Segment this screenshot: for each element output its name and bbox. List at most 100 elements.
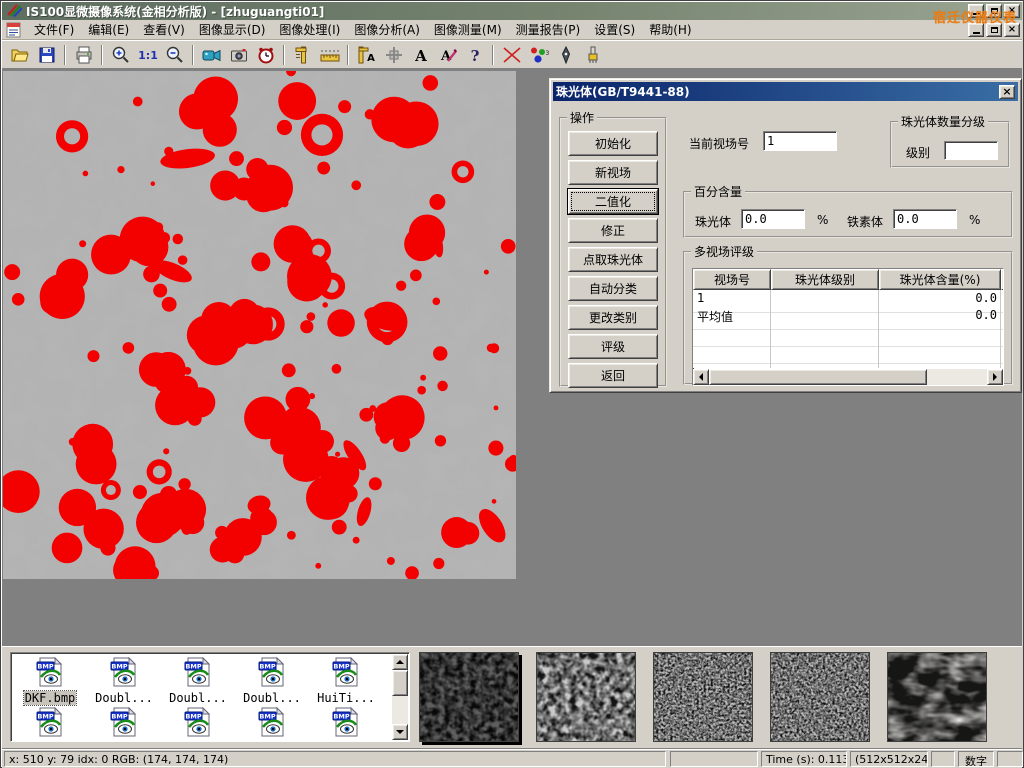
status-panel-empty (670, 751, 758, 767)
table-cell (771, 290, 879, 307)
menu-item-9[interactable]: 设置(S) (587, 19, 642, 40)
scrollbar-thumb[interactable] (392, 670, 408, 696)
file-item[interactable]: BMPDKF.bmp (13, 657, 87, 705)
grade-button[interactable]: 评级 (568, 334, 658, 359)
scrollbar-thumb[interactable] (709, 369, 927, 385)
bmp-file-icon: BMP (309, 707, 383, 740)
table-horizontal-scrollbar[interactable] (693, 369, 1003, 385)
menu-item-5[interactable]: 图像处理(I) (272, 19, 347, 40)
specimen-thumbnail[interactable] (887, 652, 987, 742)
table-row[interactable]: 10.0 (693, 290, 1003, 307)
auto-classify-button[interactable]: 自动分类 (568, 276, 658, 301)
table-header-2[interactable]: 珠光体级别 (771, 269, 879, 290)
document-icon[interactable] (5, 22, 23, 38)
menu-item-10[interactable]: 帮助(H) (642, 19, 698, 40)
specimen-thumbnail[interactable] (536, 652, 636, 742)
curve-icon[interactable] (498, 42, 525, 67)
video-camera-icon[interactable] (198, 42, 225, 67)
dialog-close-button[interactable]: × (999, 85, 1015, 99)
table-row[interactable]: 平均值0.0 (693, 307, 1003, 324)
scroll-up-button[interactable] (392, 654, 408, 670)
binarize-button[interactable]: 二值化 (568, 189, 658, 214)
scroll-left-button[interactable] (693, 369, 709, 385)
change-class-button[interactable]: 更改类别 (568, 305, 658, 330)
table-cell: 平均值 (693, 307, 771, 324)
file-list[interactable]: BMPDKF.bmpBMPDoubl...BMPDoubl...BMPDoubl… (10, 652, 410, 742)
brush-icon[interactable] (579, 42, 606, 67)
pen-icon[interactable] (552, 42, 579, 67)
actual-size-icon[interactable]: 1:1 (134, 42, 161, 67)
zoom-in-icon[interactable] (107, 42, 134, 67)
title-bar[interactable]: IS100显微摄像系统(金相分析版) - [zhuguangti01] × (2, 2, 1022, 20)
table-gridline (693, 363, 1003, 364)
level-input[interactable] (944, 141, 998, 160)
new-field-button[interactable]: 新视场 (568, 160, 658, 185)
menu-item-4[interactable]: 图像显示(D) (192, 19, 273, 40)
file-item[interactable]: BMPHuiTi... (309, 657, 383, 705)
svg-text:BMP: BMP (333, 663, 349, 671)
toolbar-separator (64, 45, 66, 65)
pick-pearlite-button[interactable]: 点取珠光体 (568, 247, 658, 272)
correct-button[interactable]: 修正 (568, 218, 658, 243)
dialog-title-bar[interactable]: 珠光体(GB/T9441-88) × (553, 82, 1018, 101)
open-icon[interactable] (6, 42, 33, 67)
specimen-thumbnail[interactable] (419, 652, 519, 742)
rating-table-body[interactable]: 10.0平均值0.0 (693, 290, 1003, 368)
specimen-thumbnail[interactable] (770, 652, 870, 742)
menu-item-3[interactable]: 查看(V) (136, 19, 192, 40)
scroll-right-button[interactable] (987, 369, 1003, 385)
bmp-file-icon: BMP (161, 707, 235, 740)
bmp-file-icon: BMP (161, 657, 235, 690)
bmp-file-icon: BMP (13, 657, 87, 690)
status-panel-empty3 (997, 751, 1023, 767)
ferrite-input[interactable] (893, 209, 957, 229)
current-field-input[interactable] (763, 131, 837, 151)
file-item[interactable]: BMPDoubl... (235, 657, 309, 705)
measure-icon[interactable]: A (353, 42, 380, 67)
micrograph-image[interactable] (3, 71, 516, 579)
pearlite-percent-sign: % (817, 213, 828, 227)
file-item[interactable]: BMP (13, 707, 87, 740)
pearlite-label: 珠光体 (695, 213, 731, 230)
specimen-thumbnail[interactable] (653, 652, 753, 742)
print-icon[interactable] (70, 42, 97, 67)
table-header-1[interactable]: 视场号 (693, 269, 771, 290)
operations-group-label: 操作 (567, 109, 597, 126)
file-list-scrollbar[interactable] (392, 654, 408, 740)
file-item[interactable]: BMPDoubl... (87, 657, 161, 705)
init-button[interactable]: 初始化 (568, 131, 658, 156)
file-item[interactable]: BMPDoubl... (161, 657, 235, 705)
timer-icon[interactable] (252, 42, 279, 67)
table-cell (771, 307, 879, 324)
file-item[interactable]: BMP (235, 707, 309, 740)
file-item[interactable]: BMP (161, 707, 235, 740)
svg-text:BMP: BMP (37, 713, 53, 721)
thumbnail-strip (419, 652, 987, 742)
table-cell: 0.0 (879, 290, 1001, 307)
ferrite-label: 铁素体 (847, 213, 883, 230)
zoom-out-icon[interactable] (161, 42, 188, 67)
grid-icon[interactable] (380, 42, 407, 67)
return-button[interactable]: 返回 (568, 363, 658, 388)
ruler-icon[interactable] (316, 42, 343, 67)
scroll-down-button[interactable] (392, 724, 408, 740)
menu-item-6[interactable]: 图像分析(A) (347, 19, 427, 40)
menu-item-8[interactable]: 测量报告(P) (509, 19, 588, 40)
menu-item-2[interactable]: 编辑(E) (81, 19, 136, 40)
text-icon[interactable]: A (407, 42, 434, 67)
table-header-3[interactable]: 珠光体含量(%) (879, 269, 1001, 290)
current-field-label: 当前视场号 (689, 135, 749, 152)
pearlite-input[interactable] (741, 209, 805, 229)
file-item[interactable]: BMP (87, 707, 161, 740)
camera-icon[interactable] (225, 42, 252, 67)
help-icon[interactable]: ? (461, 42, 488, 67)
annotate-icon[interactable]: A (434, 42, 461, 67)
save-icon[interactable] (33, 42, 60, 67)
file-item[interactable]: BMP (309, 707, 383, 740)
caliper-icon[interactable] (289, 42, 316, 67)
menu-item-7[interactable]: 图像测量(M) (427, 19, 509, 40)
table-header-4[interactable]: 铁素体含量(%) (1001, 269, 1003, 290)
classify-icon[interactable]: 3 (525, 42, 552, 67)
menu-item-1[interactable]: 文件(F) (27, 19, 81, 40)
pearlite-dialog: 珠光体(GB/T9441-88) × 操作 初始化新视场二值化修正点取珠光体自动… (549, 78, 1022, 393)
